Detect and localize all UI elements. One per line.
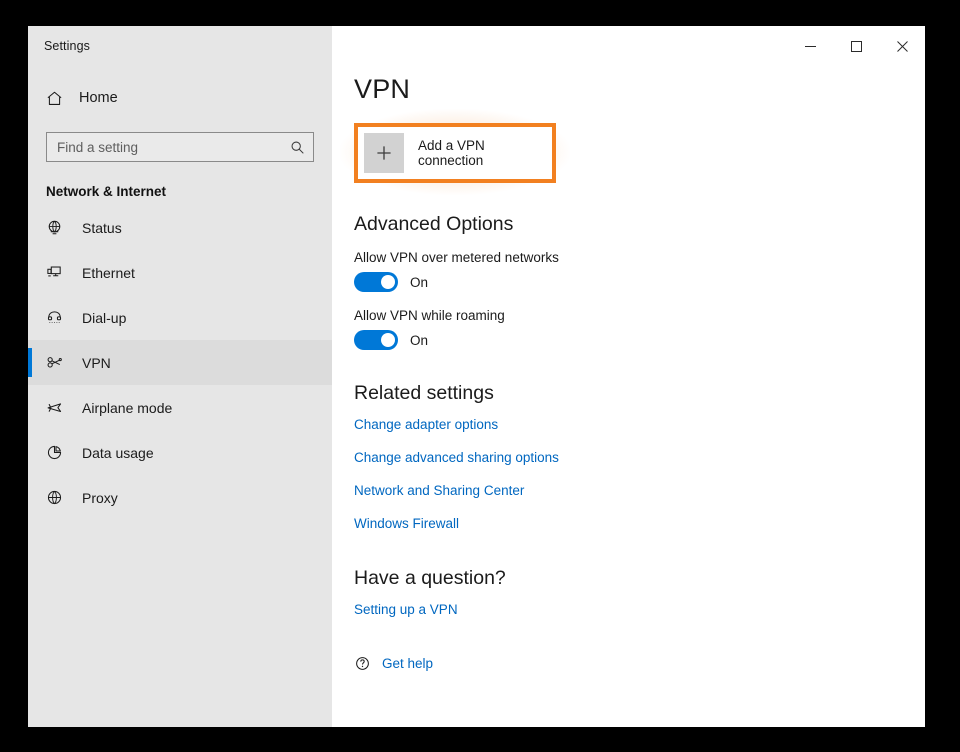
search-box[interactable]	[46, 132, 314, 162]
home-label: Home	[79, 90, 118, 106]
sidebar-item-label: VPN	[82, 355, 111, 371]
dialup-phone-icon	[46, 309, 74, 326]
ethernet-icon	[46, 264, 74, 281]
toggle-state-label: On	[410, 333, 428, 348]
sidebar-item-home[interactable]: Home	[28, 78, 332, 118]
sidebar-item-vpn[interactable]: VPN	[28, 340, 332, 385]
content-pane: VPN Add a VPN connection	[332, 66, 925, 727]
setting-allow-vpn-metered: Allow VPN over metered networks On	[354, 250, 925, 292]
search-icon	[290, 140, 305, 155]
vpn-key-icon	[46, 354, 74, 371]
pie-chart-icon	[46, 444, 74, 461]
sidebar-item-label: Proxy	[82, 490, 118, 506]
toggle-knob	[381, 333, 395, 347]
title-bar-left: Settings	[28, 26, 332, 66]
maximize-button[interactable]	[833, 26, 879, 66]
window-controls	[332, 26, 925, 66]
link-setting-up-a-vpn[interactable]: Setting up a VPN	[354, 602, 458, 617]
sidebar-item-label: Status	[82, 220, 122, 236]
title-bar: Settings	[28, 26, 925, 66]
window-title: Settings	[44, 39, 90, 53]
sidebar: Home Network & Internet	[28, 66, 332, 727]
window-body: Home Network & Internet	[28, 66, 925, 727]
screenshot-root: Settings	[0, 0, 960, 752]
link-change-advanced-sharing-options[interactable]: Change advanced sharing options	[354, 450, 559, 465]
advanced-options-title: Advanced Options	[354, 213, 925, 236]
airplane-icon	[46, 399, 74, 416]
sidebar-nav-list: Status Ethernet	[28, 205, 332, 520]
sidebar-item-dial-up[interactable]: Dial-up	[28, 295, 332, 340]
sidebar-item-label: Airplane mode	[82, 400, 172, 416]
sidebar-item-data-usage[interactable]: Data usage	[28, 430, 332, 475]
setting-allow-vpn-roaming: Allow VPN while roaming On	[354, 308, 925, 350]
related-settings-title: Related settings	[354, 382, 925, 405]
page-title: VPN	[354, 74, 925, 105]
sidebar-item-label: Dial-up	[82, 310, 126, 326]
get-help-label: Get help	[382, 656, 433, 671]
globe-icon	[46, 489, 74, 506]
get-help-button[interactable]: Get help	[354, 655, 925, 672]
setting-label: Allow VPN over metered networks	[354, 250, 925, 265]
home-icon	[46, 90, 72, 107]
link-change-adapter-options[interactable]: Change adapter options	[354, 417, 498, 432]
settings-window: Settings	[28, 26, 925, 727]
sidebar-item-label: Data usage	[82, 445, 154, 461]
setting-label: Allow VPN while roaming	[354, 308, 925, 323]
link-network-and-sharing-center[interactable]: Network and Sharing Center	[354, 483, 524, 498]
minimize-button[interactable]	[787, 26, 833, 66]
toggle-row: On	[354, 272, 925, 292]
add-vpn-connection-button[interactable]: Add a VPN connection	[364, 133, 546, 173]
add-vpn-highlight-zone: Add a VPN connection	[354, 123, 556, 183]
sidebar-item-ethernet[interactable]: Ethernet	[28, 250, 332, 295]
plus-icon	[364, 133, 404, 173]
sidebar-item-label: Ethernet	[82, 265, 135, 281]
sidebar-item-proxy[interactable]: Proxy	[28, 475, 332, 520]
have-a-question-title: Have a question?	[354, 567, 925, 590]
allow-vpn-roaming-toggle[interactable]	[354, 330, 398, 350]
status-globe-icon	[46, 219, 74, 236]
highlight-box: Add a VPN connection	[354, 123, 556, 183]
sidebar-group-header: Network & Internet	[46, 184, 332, 199]
add-vpn-label: Add a VPN connection	[418, 138, 546, 168]
question-circle-icon	[354, 655, 371, 672]
close-button[interactable]	[879, 26, 925, 66]
allow-vpn-metered-toggle[interactable]	[354, 272, 398, 292]
toggle-knob	[381, 275, 395, 289]
search-input[interactable]	[57, 140, 290, 155]
toggle-row: On	[354, 330, 925, 350]
sidebar-item-airplane-mode[interactable]: Airplane mode	[28, 385, 332, 430]
toggle-state-label: On	[410, 275, 428, 290]
sidebar-item-status[interactable]: Status	[28, 205, 332, 250]
link-windows-firewall[interactable]: Windows Firewall	[354, 516, 459, 531]
